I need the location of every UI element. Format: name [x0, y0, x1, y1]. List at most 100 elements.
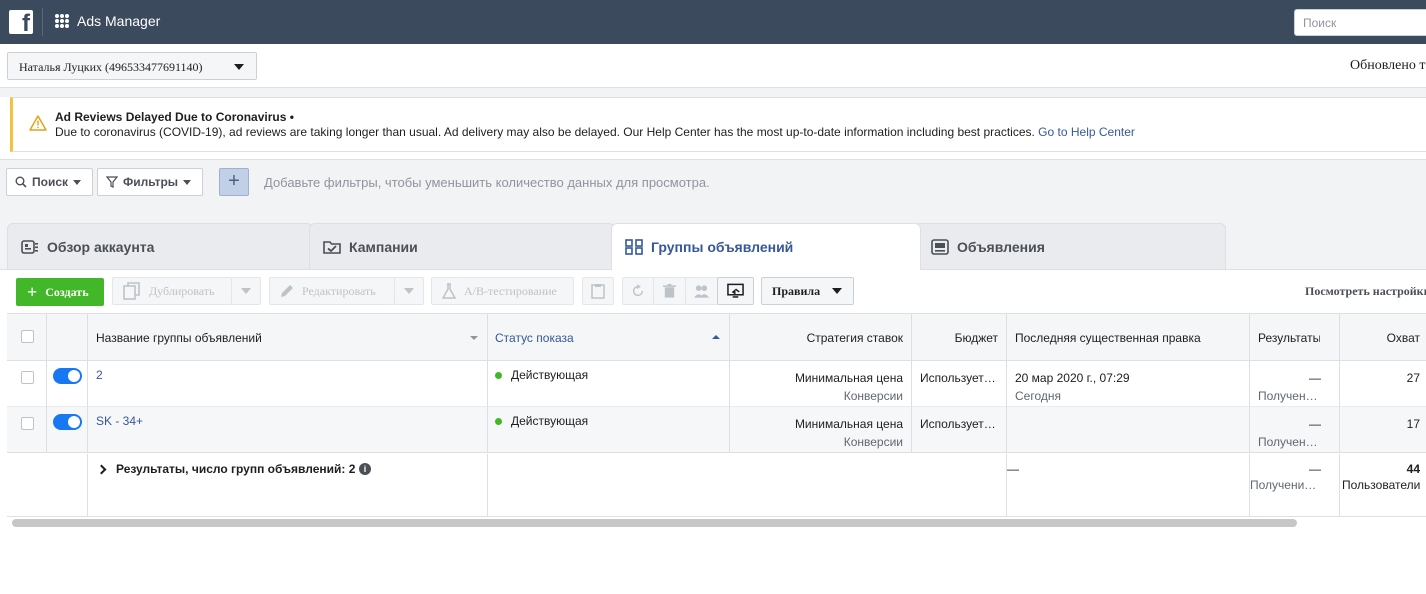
- help-center-link[interactable]: Go to Help Center: [1038, 125, 1135, 139]
- header-bid-strategy[interactable]: Стратегия ставок: [730, 314, 912, 361]
- budget-cell: Использует…: [912, 407, 1007, 453]
- name-cell: 2: [88, 361, 488, 407]
- duplicate-button[interactable]: Дублировать: [112, 277, 232, 305]
- budget-cell: Использует…: [912, 361, 1007, 407]
- sort-up-icon: [712, 335, 720, 339]
- edit-button[interactable]: Редактировать: [269, 277, 395, 305]
- tab-label: Объявления: [957, 238, 1045, 255]
- results-type: Получен…: [1258, 389, 1318, 403]
- search-input[interactable]: Поиск: [1294, 9, 1426, 36]
- tab-account-overview[interactable]: Обзор аккаунта: [7, 223, 313, 269]
- divider: [42, 8, 43, 36]
- bid-strategy: Минимальная цена: [794, 371, 903, 385]
- filters-button[interactable]: Фильтры: [97, 168, 203, 196]
- grid-icon: [625, 239, 643, 255]
- add-filter-button[interactable]: +: [219, 168, 249, 196]
- header-name[interactable]: Название группы объявлений: [88, 314, 488, 361]
- select-cell: [7, 361, 47, 407]
- toggle-cell: [47, 361, 88, 407]
- summary-row: Результаты, число групп объявлений: 2 i …: [7, 454, 1426, 517]
- budget-value: Использует…: [920, 417, 996, 431]
- ab-test-label: A/B-тестирование: [464, 283, 557, 298]
- ad-icon: [931, 238, 949, 255]
- header-results[interactable]: Результаты: [1250, 314, 1340, 361]
- summary-reach-value: 44: [1406, 462, 1420, 476]
- reach-cell: 27: [1340, 361, 1426, 407]
- filters-label: Фильтры: [123, 175, 179, 189]
- header-select-cell: [7, 314, 47, 361]
- tab-ad-sets[interactable]: Группы объявлений: [611, 223, 921, 270]
- status-active-dot: [495, 418, 502, 425]
- ad-set-name-link[interactable]: SK - 34+: [96, 414, 143, 428]
- app-title[interactable]: Ads Manager: [77, 13, 160, 29]
- budget-value: Использует…: [920, 371, 996, 385]
- clipboard-button[interactable]: [582, 277, 614, 305]
- search-filter-label: Поиск: [32, 175, 69, 189]
- summary-reach-unit: Пользователи: [1342, 478, 1421, 492]
- info-icon[interactable]: i: [359, 463, 371, 475]
- audience-button[interactable]: [685, 277, 718, 305]
- ad-set-name-link[interactable]: 2: [96, 368, 103, 382]
- view-settings-link[interactable]: Посмотреть настройки: [1305, 284, 1426, 299]
- header-budget[interactable]: Бюджет: [912, 314, 1007, 361]
- tab-label: Обзор аккаунта: [47, 238, 155, 255]
- people-icon: [694, 285, 709, 298]
- header-status-label: Статус показа: [495, 331, 574, 345]
- covid-notice-banner: Ad Reviews Delayed Due to Coronavirus • …: [10, 97, 1426, 152]
- table-header: Название группы объявлений Статус показа…: [7, 313, 1426, 361]
- flask-icon: [442, 283, 456, 299]
- results-cell: — Получен…: [1250, 361, 1340, 407]
- tab-campaigns[interactable]: Кампании: [309, 223, 615, 269]
- table-row[interactable]: 2 Действующая Минимальная цена Конверсии…: [7, 361, 1426, 407]
- filter-bar: [0, 159, 1426, 205]
- account-overview-icon: [21, 239, 38, 254]
- results-value: —: [1309, 417, 1321, 431]
- top-bar: f Ads Manager Поиск: [0, 0, 1426, 44]
- last-edit-cell: 20 мар 2020 г., 07:29 Сегодня: [1007, 361, 1250, 407]
- last-edit-cell: [1007, 407, 1250, 453]
- row-checkbox[interactable]: [21, 417, 34, 430]
- header-budget-label: Бюджет: [954, 331, 998, 345]
- trash-icon: [662, 283, 677, 298]
- ad-set-toggle[interactable]: [53, 414, 82, 430]
- name-cell: SK - 34+: [88, 407, 488, 453]
- spacer: [0, 88, 1426, 97]
- results-value: —: [1309, 371, 1321, 385]
- header-last-edit[interactable]: Последняя существенная правка: [1007, 314, 1250, 361]
- compare-button[interactable]: [717, 277, 754, 305]
- header-toggle-cell: [47, 314, 88, 361]
- ad-set-toggle[interactable]: [53, 368, 82, 384]
- chevron-down-icon: [832, 288, 843, 294]
- bid-cell: Минимальная цена Конверсии: [730, 361, 912, 407]
- header-reach[interactable]: Охват: [1340, 314, 1426, 361]
- select-all-checkbox[interactable]: [21, 330, 34, 343]
- create-button[interactable]: + Создать: [16, 278, 104, 306]
- facebook-logo[interactable]: f: [9, 10, 33, 36]
- filter-hint: Добавьте фильтры, чтобы уменьшить количе…: [264, 175, 710, 190]
- select-cell: [7, 407, 47, 453]
- row-checkbox[interactable]: [21, 371, 34, 384]
- header-name-label: Название группы объявлений: [96, 331, 262, 345]
- ab-test-button[interactable]: A/B-тестирование: [431, 277, 574, 305]
- edit-dropdown[interactable]: [394, 277, 424, 305]
- summary-last-edit: —: [1007, 454, 1250, 517]
- apps-grid-icon[interactable]: [55, 14, 69, 28]
- notice-body: Due to coronavirus (COVID-19), ad review…: [55, 125, 1135, 139]
- reach-value: 17: [1406, 417, 1420, 431]
- search-filter-button[interactable]: Поиск: [6, 168, 93, 196]
- chevron-right-icon[interactable]: [96, 464, 107, 475]
- rules-button[interactable]: Правила: [761, 277, 854, 305]
- table-row[interactable]: SK - 34+ Действующая Минимальная цена Ко…: [7, 407, 1426, 453]
- delete-button[interactable]: [653, 277, 686, 305]
- tab-ads[interactable]: Объявления: [914, 223, 1226, 269]
- status-text: Действующая: [511, 368, 589, 382]
- rules-label: Правила: [772, 283, 821, 298]
- horizontal-scrollbar[interactable]: [12, 519, 1297, 527]
- reach-value: 27: [1406, 371, 1420, 385]
- refresh-button[interactable]: [622, 277, 654, 305]
- header-status[interactable]: Статус показа: [488, 314, 730, 361]
- status-cell: Действующая: [488, 361, 730, 407]
- account-selector[interactable]: Наталья Луцких (496533477691140): [7, 52, 257, 80]
- duplicate-dropdown[interactable]: [231, 277, 261, 305]
- last-edit-date: 20 мар 2020 г., 07:29: [1015, 371, 1130, 385]
